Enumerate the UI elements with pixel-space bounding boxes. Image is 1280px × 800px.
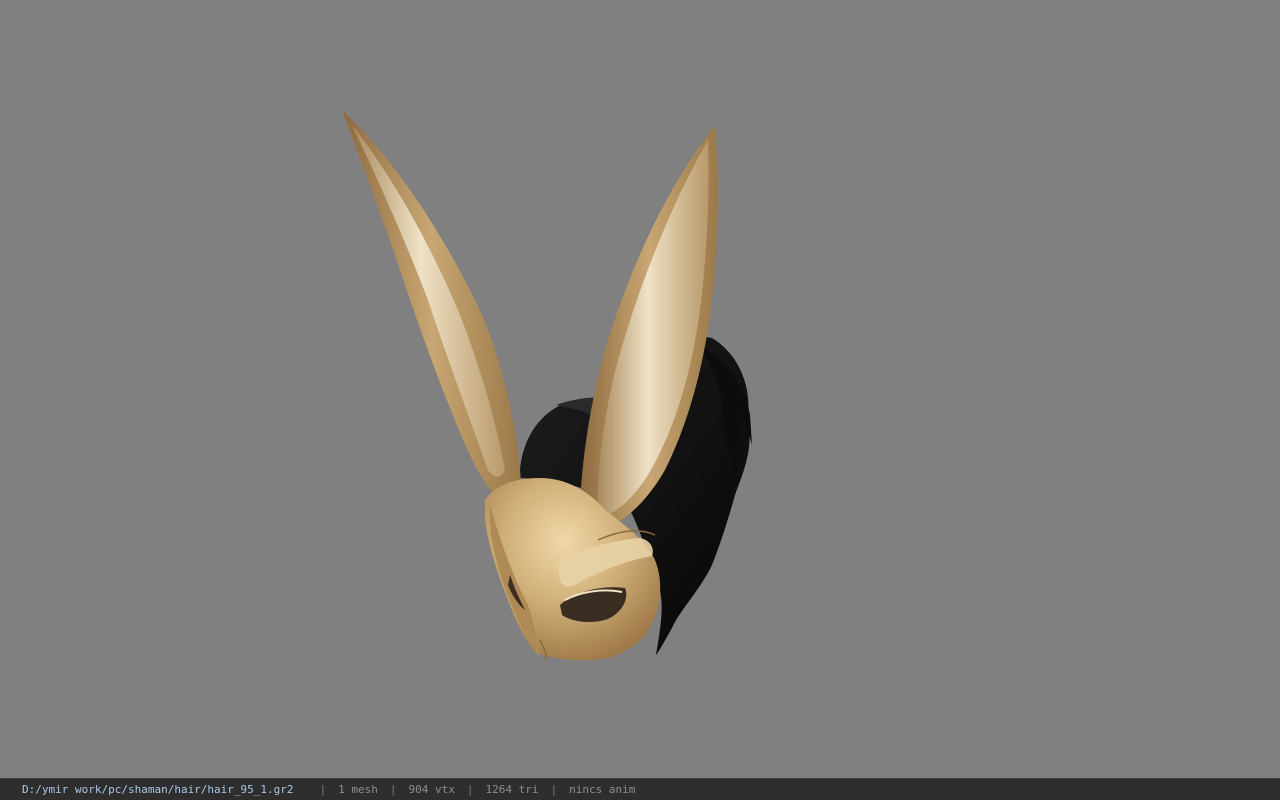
status-separator: | [389,783,397,796]
model-preview [342,110,752,661]
animation-status-label: nincs anim [569,783,636,796]
file-path-label: D:/ymir work/pc/shaman/hair/hair_95_1.gr… [22,783,294,796]
mesh-count-label: 1 mesh [338,783,378,796]
triangle-count-label: 1264 tri [485,783,539,796]
vertex-count-label: 904 vtx [408,783,455,796]
status-separator: | [550,783,558,796]
status-bar: D:/ymir work/pc/shaman/hair/hair_95_1.gr… [0,778,1280,800]
status-separator: | [466,783,474,796]
model-viewport[interactable] [0,0,1280,778]
left-ear [342,110,521,505]
status-separator: | [319,783,327,796]
